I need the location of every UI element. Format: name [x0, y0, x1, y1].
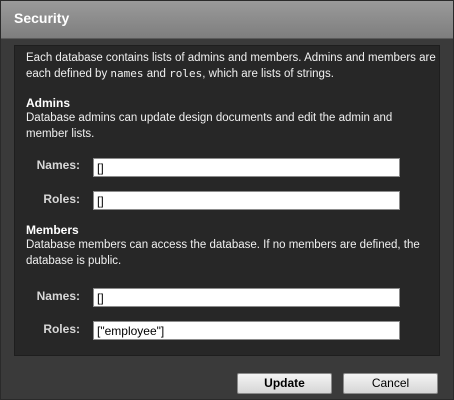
members-roles-label: Roles: [43, 322, 80, 336]
dialog-titlebar: Security [1, 1, 453, 39]
dialog-title: Security [14, 10, 70, 26]
cancel-button[interactable]: Cancel [343, 373, 438, 394]
intro-text: Each database contains lists of admins a… [26, 50, 436, 82]
members-roles-input[interactable] [93, 321, 400, 340]
admins-names-label: Names: [36, 158, 80, 172]
intro-text-c: , which are lists of strings. [202, 68, 334, 80]
admins-roles-label: Roles: [43, 192, 80, 206]
intro-text-b: and [143, 68, 170, 80]
intro-code-names: names [110, 67, 144, 80]
members-description: Database members can access the database… [26, 239, 420, 267]
admins-roles-input[interactable] [93, 191, 400, 210]
admins-description: Database admins can update design docume… [26, 112, 393, 140]
members-names-label: Names: [36, 289, 80, 303]
members-names-input[interactable] [93, 288, 400, 307]
intro-code-roles: roles [169, 67, 203, 80]
members-heading: Members [26, 223, 79, 237]
update-button[interactable]: Update [237, 373, 332, 394]
admins-heading: Admins [26, 96, 71, 110]
security-dialog: Security Each database contains lists of… [0, 0, 454, 400]
security-panel: Each database contains lists of admins a… [14, 45, 440, 356]
admins-names-input[interactable] [93, 158, 400, 177]
